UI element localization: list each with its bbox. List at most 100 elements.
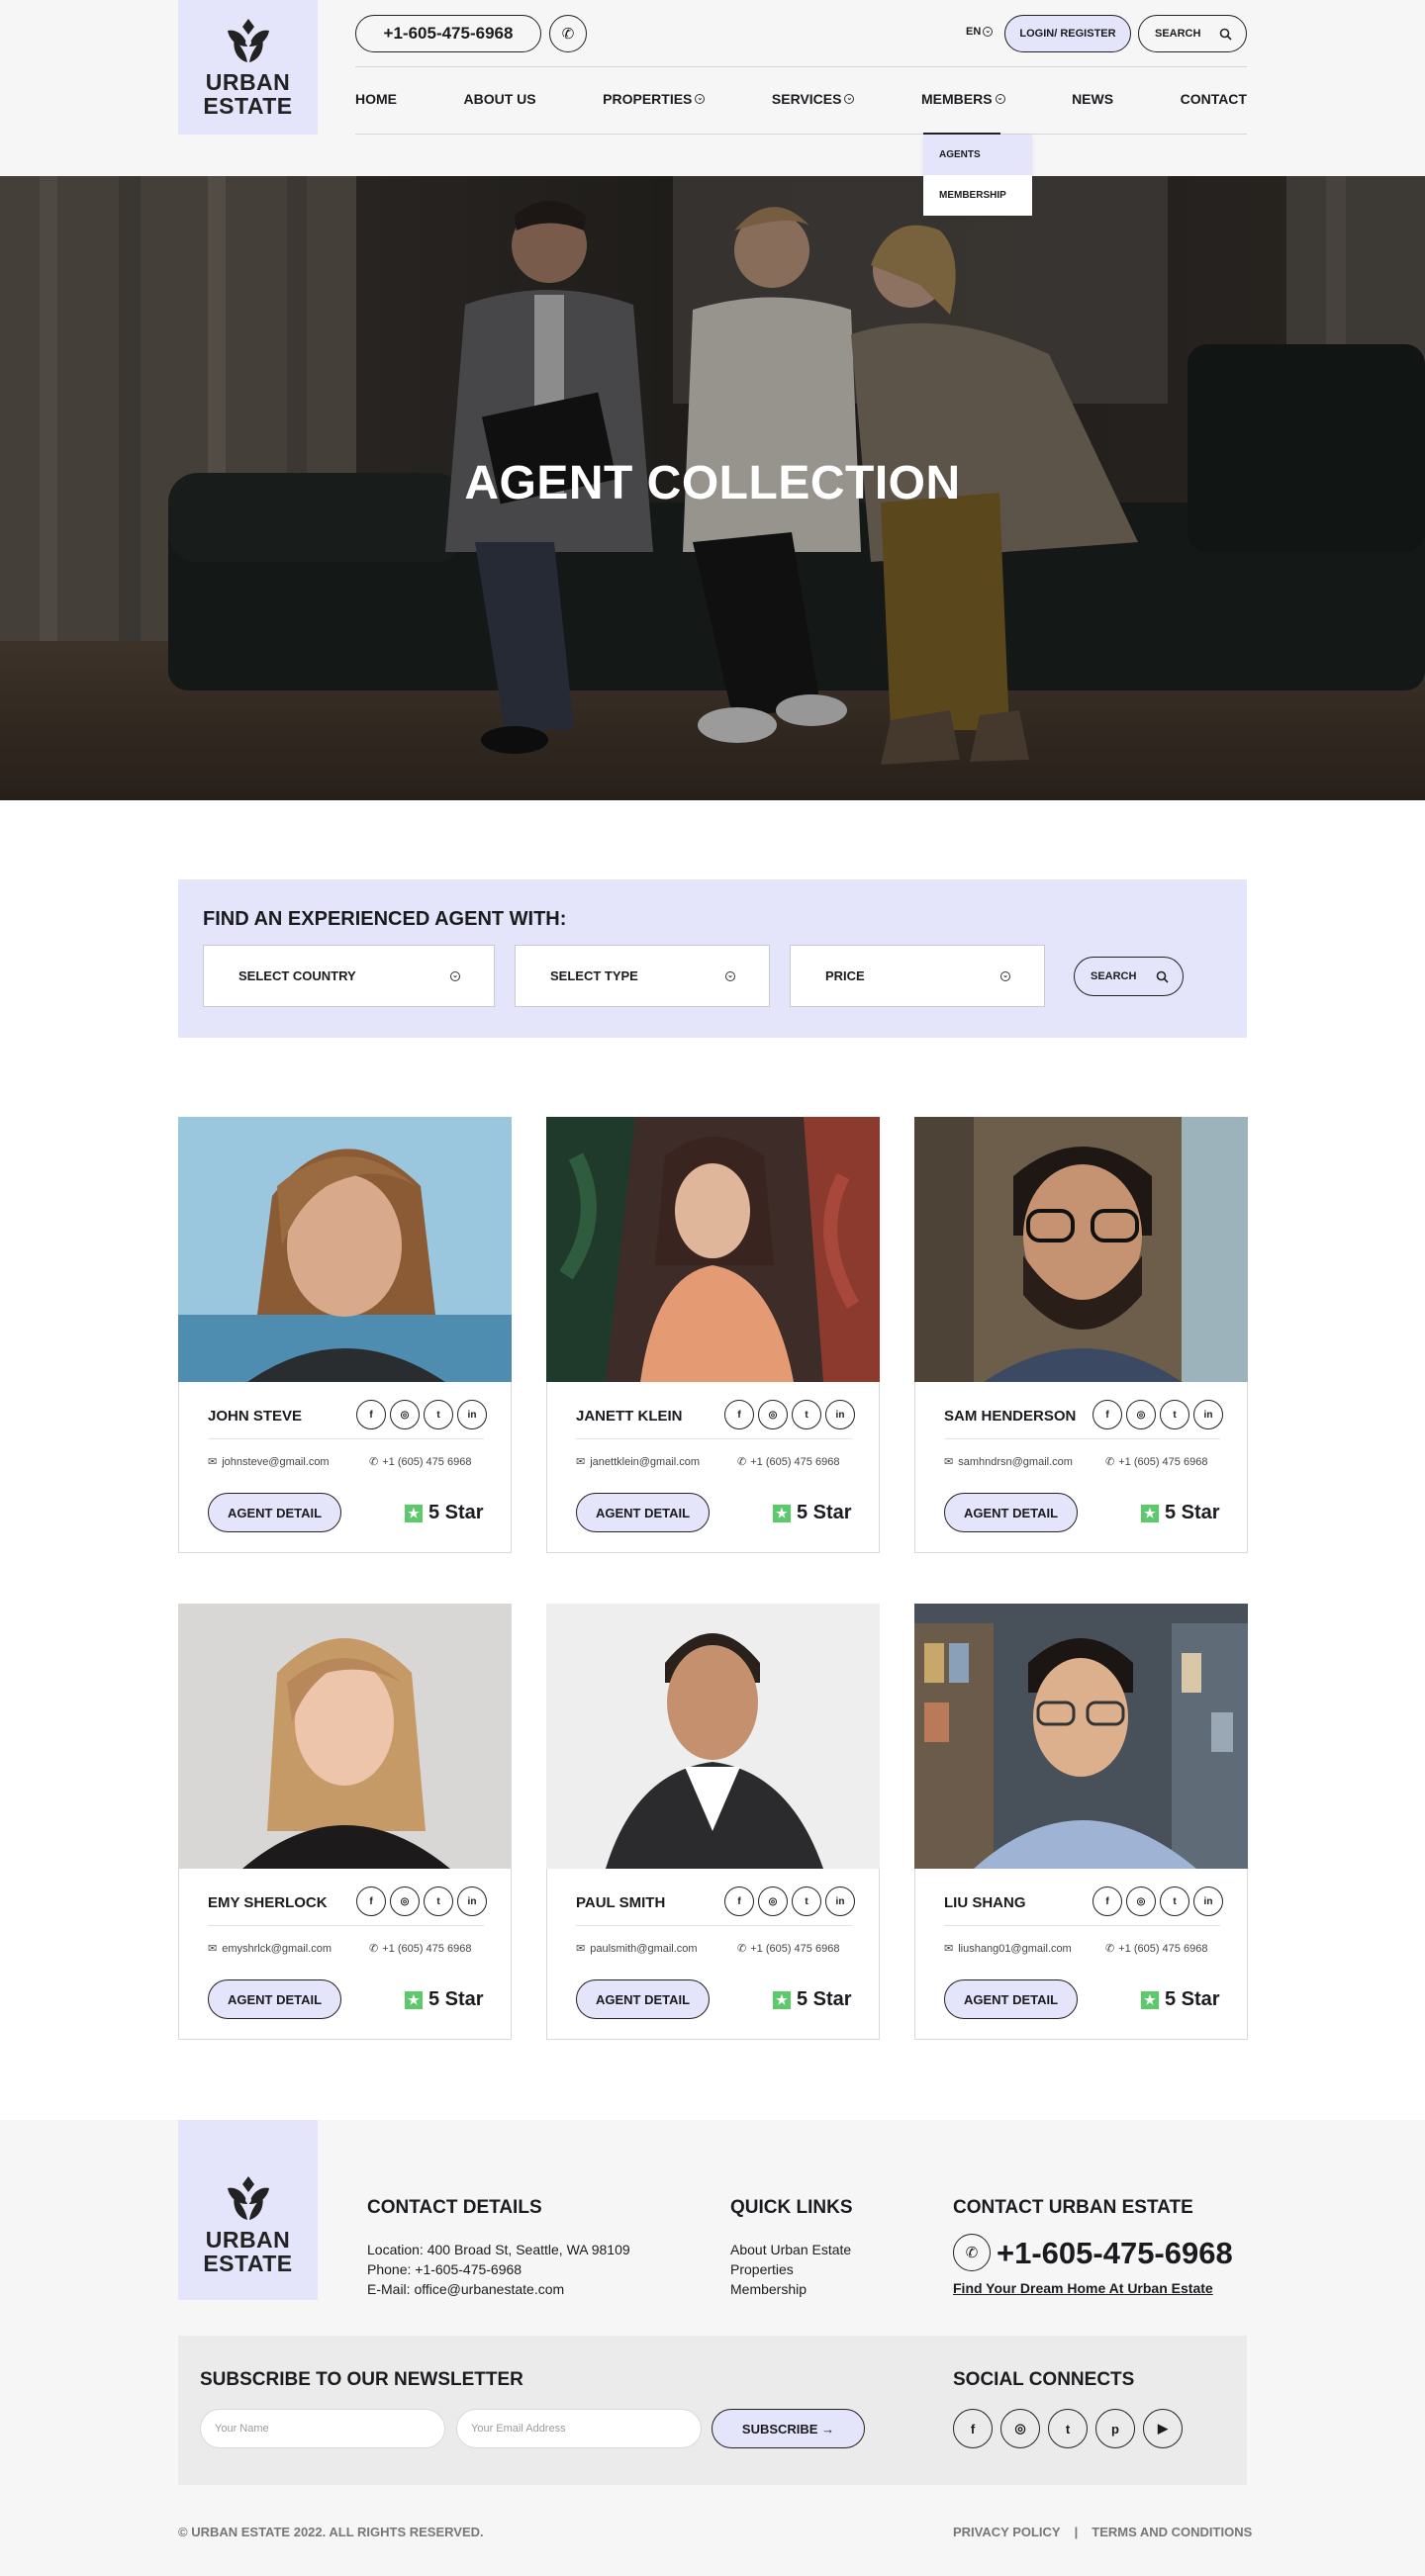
mail-icon: ✉ — [208, 1943, 218, 1955]
facebook-icon[interactable]: f — [1092, 1400, 1122, 1429]
linkedin-icon[interactable]: in — [457, 1886, 487, 1916]
terms-link[interactable]: TERMS AND CONDITIONS — [1092, 2525, 1252, 2539]
logo-leaf-icon — [227, 19, 269, 62]
newsletter-name-input[interactable]: Your Name — [200, 2409, 445, 2448]
nav-news[interactable]: NEWS — [1072, 91, 1113, 107]
dream-home-link[interactable]: Find Your Dream Home At Urban Estate — [953, 2280, 1213, 2296]
social-connects-title: SOCIAL CONNECTS — [953, 2369, 1135, 2390]
facebook-icon[interactable]: f — [356, 1400, 386, 1429]
nav-contact[interactable]: CONTACT — [1181, 91, 1247, 107]
facebook-icon[interactable]: f — [953, 2409, 993, 2448]
agent-email[interactable]: ✉ janettklein@gmail.com — [576, 1455, 700, 1469]
country-select[interactable]: SELECT COUNTRY ⌄ — [203, 945, 495, 1007]
dropdown-item-membership[interactable]: MEMBERSHIP — [923, 175, 1032, 216]
logo[interactable]: URBAN ESTATE — [178, 0, 318, 135]
nav-properties[interactable]: PROPERTIES ⌄ — [603, 91, 706, 107]
nav-members[interactable]: MEMBERS ⌄ — [921, 91, 1005, 107]
facebook-icon[interactable]: f — [724, 1886, 754, 1916]
instagram-icon[interactable]: ◎ — [390, 1400, 420, 1429]
facebook-icon[interactable]: f — [356, 1886, 386, 1916]
instagram-icon[interactable]: ◎ — [1000, 2409, 1040, 2448]
quick-link-membership[interactable]: Membership — [730, 2279, 807, 2299]
finder-search-button[interactable]: SEARCH — [1074, 957, 1184, 996]
legal-separator: | — [1074, 2525, 1079, 2539]
quick-link-about[interactable]: About Urban Estate — [730, 2240, 851, 2259]
twitter-icon[interactable]: t — [792, 1886, 821, 1916]
footer-big-phone[interactable]: +1-605-475-6968 — [997, 2236, 1233, 2271]
nav-label: NEWS — [1072, 91, 1114, 107]
linkedin-icon[interactable]: in — [1193, 1400, 1223, 1429]
agent-detail-button[interactable]: AGENT DETAIL — [944, 1493, 1078, 1532]
nav-label: PROPERTIES — [603, 91, 693, 107]
twitter-icon[interactable]: t — [1048, 2409, 1088, 2448]
facebook-icon[interactable]: f — [724, 1400, 754, 1429]
email-text: paulsmith@gmail.com — [590, 1942, 698, 1955]
agent-email[interactable]: ✉ johnsteve@gmail.com — [208, 1455, 330, 1469]
call-button[interactable]: ✆ — [549, 15, 587, 52]
subscribe-button[interactable]: SUBSCRIBE → — [712, 2409, 865, 2448]
agent-phone[interactable]: ✆ +1 (605) 475 6968 — [369, 1455, 471, 1469]
twitter-icon[interactable]: t — [424, 1400, 453, 1429]
agent-email[interactable]: ✉ emyshrlck@gmail.com — [208, 1942, 332, 1956]
instagram-icon[interactable]: ◎ — [1126, 1400, 1156, 1429]
linkedin-icon[interactable]: in — [825, 1886, 855, 1916]
linkedin-icon[interactable]: in — [1193, 1886, 1223, 1916]
agent-name: JANETT KLEIN — [576, 1408, 683, 1425]
pinterest-icon[interactable]: p — [1095, 2409, 1135, 2448]
agent-phone[interactable]: ✆ +1 (605) 475 6968 — [1105, 1942, 1207, 1956]
card-divider — [208, 1438, 484, 1439]
facebook-icon[interactable]: f — [1092, 1886, 1122, 1916]
star-icon: ★ — [1141, 1990, 1159, 2009]
rating-text: 5 Star — [797, 1502, 852, 1523]
agent-photo — [178, 1117, 512, 1382]
agent-detail-button[interactable]: AGENT DETAIL — [944, 1979, 1078, 2019]
agent-email[interactable]: ✉ samhndrsn@gmail.com — [944, 1455, 1073, 1469]
dropdown-item-agents[interactable]: AGENTS — [923, 135, 1032, 175]
contact-email[interactable]: E-Mail: office@urbanestate.com — [367, 2279, 564, 2299]
youtube-icon[interactable]: ▶ — [1143, 2409, 1183, 2448]
header-phone-button[interactable]: +1-605-475-6968 — [355, 15, 541, 52]
twitter-icon[interactable]: t — [792, 1400, 821, 1429]
language-selector[interactable]: EN ⌄ — [966, 26, 994, 38]
nav-label: MEMBERS — [920, 91, 993, 107]
instagram-icon[interactable]: ◎ — [758, 1400, 788, 1429]
nav-label: CONTACT — [1180, 91, 1247, 107]
login-register-button[interactable]: LOGIN/ REGISTER — [1004, 15, 1131, 52]
twitter-icon[interactable]: t — [424, 1886, 453, 1916]
newsletter-email-input[interactable]: Your Email Address — [456, 2409, 702, 2448]
linkedin-icon[interactable]: in — [825, 1400, 855, 1429]
agent-detail-button[interactable]: AGENT DETAIL — [576, 1979, 710, 2019]
nav-about-us[interactable]: ABOUT US — [464, 91, 536, 107]
type-select[interactable]: SELECT TYPE ⌄ — [515, 945, 770, 1007]
linkedin-icon[interactable]: in — [457, 1400, 487, 1429]
instagram-icon[interactable]: ◎ — [390, 1886, 420, 1916]
instagram-icon[interactable]: ◎ — [758, 1886, 788, 1916]
nav-services[interactable]: SERVICES ⌄ — [772, 91, 855, 107]
contact-phone[interactable]: Phone: +1-605-475-6968 — [367, 2259, 522, 2279]
agent-phone[interactable]: ✆ +1 (605) 475 6968 — [1105, 1455, 1207, 1469]
logo-leaf-icon — [227, 2176, 269, 2220]
agent-email[interactable]: ✉ paulsmith@gmail.com — [576, 1942, 698, 1956]
nav-home[interactable]: HOME — [355, 91, 397, 107]
agent-phone[interactable]: ✆ +1 (605) 475 6968 — [737, 1455, 839, 1469]
star-icon: ★ — [773, 1990, 791, 2009]
card-divider — [576, 1925, 852, 1926]
newsletter-panel: SUBSCRIBE TO OUR NEWSLETTER Your Name Yo… — [178, 2336, 1247, 2485]
quick-link-properties[interactable]: Properties — [730, 2259, 794, 2279]
price-select[interactable]: PRICE ⌄ — [790, 945, 1045, 1007]
twitter-icon[interactable]: t — [1160, 1886, 1189, 1916]
instagram-icon[interactable]: ◎ — [1126, 1886, 1156, 1916]
footer-call-button[interactable]: ✆ — [953, 2234, 991, 2271]
privacy-policy-link[interactable]: PRIVACY POLICY — [953, 2525, 1061, 2539]
agent-email[interactable]: ✉ liushang01@gmail.com — [944, 1942, 1072, 1956]
agent-phone[interactable]: ✆ +1 (605) 475 6968 — [737, 1942, 839, 1956]
agent-detail-button[interactable]: AGENT DETAIL — [576, 1493, 710, 1532]
agent-socials: f ◎ t in — [724, 1886, 855, 1916]
footer-logo[interactable]: URBAN ESTATE — [178, 2120, 318, 2300]
twitter-icon[interactable]: t — [1160, 1400, 1189, 1429]
header-search-button[interactable]: SEARCH — [1138, 15, 1247, 52]
agent-detail-button[interactable]: AGENT DETAIL — [208, 1979, 341, 2019]
chevron-down-icon: ⌄ — [844, 94, 855, 104]
agent-phone[interactable]: ✆ +1 (605) 475 6968 — [369, 1942, 471, 1956]
agent-detail-button[interactable]: AGENT DETAIL — [208, 1493, 341, 1532]
